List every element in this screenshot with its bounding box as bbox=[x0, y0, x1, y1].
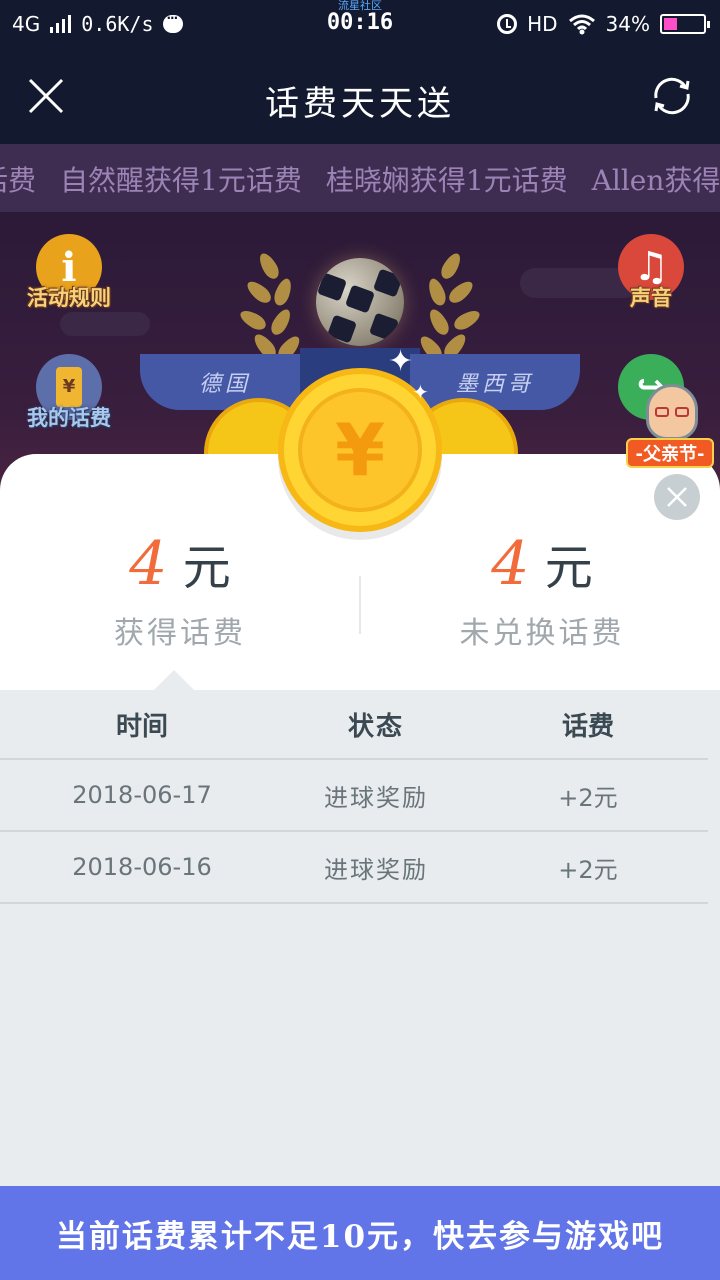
status-right: HD 34% bbox=[497, 12, 710, 36]
table-row: 2018-06-16 进球奖励 +2元 bbox=[0, 832, 708, 904]
row-status: 进球奖励 bbox=[324, 855, 428, 884]
rules-button[interactable]: i 活动规则 bbox=[14, 234, 124, 312]
fathers-day-label: -父亲节- bbox=[626, 438, 714, 468]
soccer-ball-icon bbox=[316, 258, 404, 346]
close-icon bbox=[667, 487, 687, 507]
footer-message: 当前话费累计不足10元，快去参与游戏吧 bbox=[55, 1218, 665, 1255]
row-amount: +2元 bbox=[558, 855, 618, 884]
unredeemed-label: 未兑换话费 bbox=[459, 616, 625, 651]
history-table: 时间 状态 话费 2018-06-17 进球奖励 +2元 2018-06-16 … bbox=[0, 690, 720, 904]
refresh-icon[interactable] bbox=[648, 72, 696, 120]
header-time: 时间 bbox=[115, 711, 168, 742]
marquee-track: 话费 自然醒获得1元话费 桂晓娴获得1元话费 Allen获得 bbox=[0, 159, 720, 199]
team-right-name: 墨西哥 bbox=[455, 372, 534, 397]
unredeemed-stat: 4 元 未兑换话费 bbox=[362, 534, 720, 652]
unredeemed-value: 4 元 bbox=[362, 534, 720, 598]
unredeemed-unit: 元 bbox=[544, 540, 593, 596]
rules-label: 活动规则 bbox=[27, 286, 111, 310]
battery-percent: 34% bbox=[605, 12, 650, 36]
grandpa-avatar-icon bbox=[646, 384, 698, 440]
sparkle-icon: ✦ bbox=[412, 380, 429, 404]
tab-pointer bbox=[154, 670, 194, 690]
alarm-icon bbox=[497, 14, 518, 34]
marquee-item: 自然醒获得1元话费 bbox=[60, 164, 302, 197]
earned-stat: 4 元 获得话费 bbox=[0, 534, 360, 652]
battery-level bbox=[664, 18, 677, 30]
winners-marquee: 话费 自然醒获得1元话费 桂晓娴获得1元话费 Allen获得 bbox=[0, 144, 720, 212]
sound-button[interactable]: ♫ 声音 bbox=[596, 234, 706, 312]
header-amount: 话费 bbox=[561, 711, 614, 742]
team-banner-left: 德国 bbox=[140, 354, 310, 410]
page-title: 话费天天送 bbox=[265, 84, 455, 124]
row-date: 2018-06-17 bbox=[72, 781, 212, 809]
my-credit-button[interactable]: ¥ 我的话费 bbox=[14, 354, 124, 432]
earned-unit: 元 bbox=[182, 540, 231, 596]
battery-icon bbox=[660, 14, 710, 34]
sparkle-icon: ✦ bbox=[388, 344, 414, 379]
cloud-decoration bbox=[60, 312, 150, 336]
team-banner-right: 墨西哥 bbox=[410, 354, 580, 410]
team-left-name: 德国 bbox=[198, 372, 251, 397]
earned-label: 获得话费 bbox=[114, 616, 246, 651]
table-header: 时间 状态 话费 bbox=[0, 690, 708, 760]
table-row: 2018-06-17 进球奖励 +2元 bbox=[0, 760, 708, 832]
earned-amount: 4 bbox=[129, 529, 168, 599]
row-amount: +2元 bbox=[558, 783, 618, 812]
marquee-item: 桂晓娴获得1元话费 bbox=[325, 164, 568, 197]
wifi-icon bbox=[568, 14, 595, 35]
status-bar: 4G 0.6K/s 流星社区 00:16 HD 34% bbox=[0, 0, 720, 48]
my-credit-label: 我的话费 bbox=[27, 406, 111, 430]
hd-indicator: HD bbox=[527, 12, 558, 36]
header-status: 状态 bbox=[347, 711, 404, 742]
panel-close-button[interactable] bbox=[654, 474, 700, 520]
title-bar: 话费天天送 bbox=[0, 48, 720, 144]
earned-value: 4 元 bbox=[0, 534, 360, 598]
marquee-item: 话费 bbox=[0, 164, 37, 197]
marquee-item: Allen获得 bbox=[591, 164, 720, 197]
stat-divider bbox=[359, 576, 361, 634]
fathers-day-badge[interactable]: -父亲节- bbox=[626, 384, 714, 474]
row-status: 进球奖励 bbox=[324, 783, 428, 812]
row-date: 2018-06-16 bbox=[72, 853, 212, 881]
unredeemed-amount: 4 bbox=[491, 529, 530, 599]
sound-label: 声音 bbox=[630, 286, 672, 310]
play-game-banner[interactable]: 当前话费累计不足10元，快去参与游戏吧 bbox=[0, 1186, 720, 1280]
coin-symbol: ¥ bbox=[298, 388, 422, 512]
